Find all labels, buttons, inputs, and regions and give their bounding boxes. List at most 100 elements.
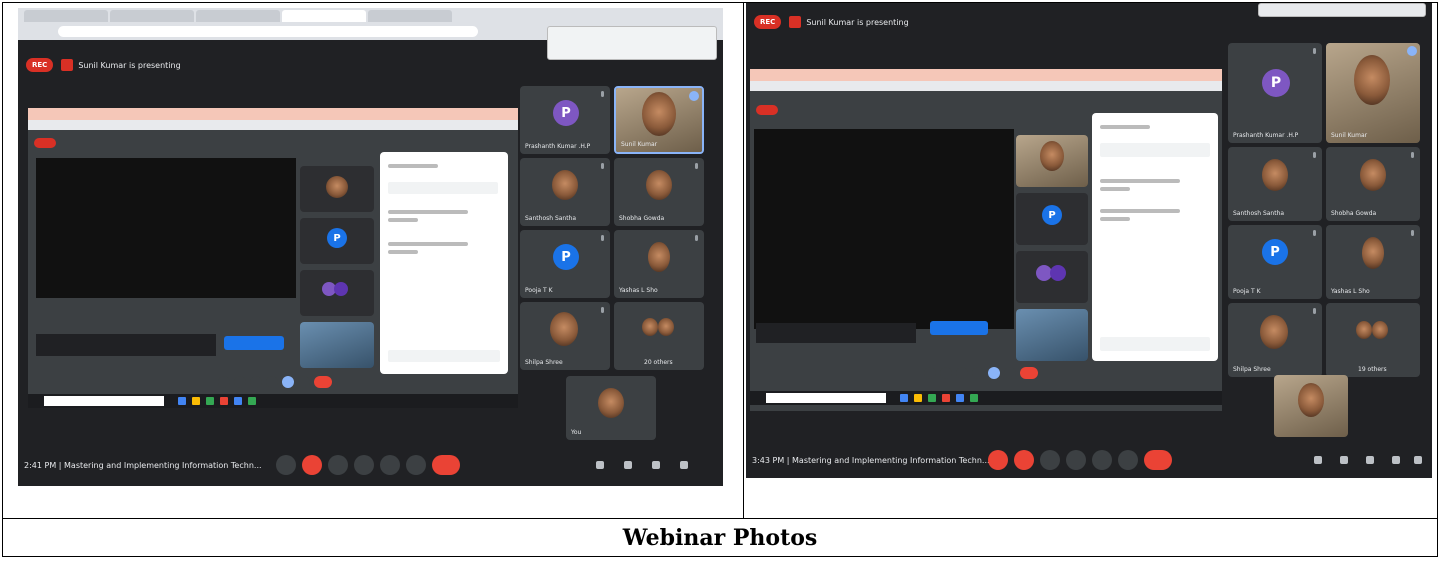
browser-tab[interactable] — [110, 10, 194, 22]
participant-tile[interactable]: P Pooja T K — [520, 230, 610, 298]
participant-face — [648, 242, 670, 272]
captions-button[interactable] — [1040, 450, 1060, 470]
presentation-icon — [789, 16, 802, 28]
muted-mic-icon — [1313, 48, 1316, 54]
participant-tile[interactable]: Shilpa Shree — [520, 302, 610, 370]
pin-icon[interactable] — [689, 91, 699, 101]
shared-ctrl — [298, 376, 310, 388]
captions-button[interactable] — [328, 455, 348, 475]
meeting-info: 2:41 PM | Mastering and Implementing Inf… — [24, 460, 262, 470]
browser-tab-active[interactable] — [282, 10, 366, 22]
settings-icon[interactable] — [1414, 456, 1422, 464]
participant-tile[interactable]: Shobha Gowda — [614, 158, 704, 226]
participant-face — [1262, 159, 1288, 191]
participant-name: Sunil Kumar — [1331, 132, 1368, 139]
participant-tile[interactable]: Santhosh Santha — [1228, 147, 1322, 221]
shared-tile — [300, 322, 374, 368]
self-tile[interactable]: You — [566, 376, 656, 440]
shared-ctrl — [940, 367, 952, 379]
participant-tile[interactable]: P Pooja T K — [1228, 225, 1322, 299]
participant-face — [1362, 237, 1384, 269]
shared-meet-view — [36, 158, 296, 298]
recording-bar: REC Sunil Kumar is presenting — [18, 54, 723, 76]
shared-screen: P — [750, 69, 1222, 411]
more-options-button[interactable] — [1118, 450, 1138, 470]
present-button[interactable] — [1092, 450, 1112, 470]
others-count: 20 others — [644, 359, 673, 366]
participant-face — [642, 318, 658, 336]
stop-presenting-button[interactable] — [930, 321, 988, 335]
raise-hand-button[interactable] — [354, 455, 374, 475]
browser-tab[interactable] — [24, 10, 108, 22]
participant-tile-active[interactable]: Sunil Kumar — [1326, 43, 1420, 143]
shared-notice — [756, 323, 916, 343]
participant-tile-others[interactable]: 20 others — [614, 302, 704, 370]
pin-icon[interactable] — [1407, 46, 1417, 56]
others-count: 19 others — [1358, 366, 1387, 373]
camera-off-button[interactable] — [302, 455, 322, 475]
browser-tab[interactable] — [368, 10, 452, 22]
participant-name: Prashanth Kumar .H.P — [525, 143, 591, 150]
people-icon[interactable] — [1340, 456, 1348, 464]
shared-ctrl — [956, 367, 968, 379]
participant-name: Yashas L Sho — [1331, 288, 1370, 295]
present-button[interactable] — [380, 455, 400, 475]
participant-tile-others[interactable]: 19 others — [1326, 303, 1420, 377]
shared-browser-tabs — [28, 108, 518, 120]
rec-badge: REC — [26, 58, 54, 72]
taskbar-search — [44, 396, 164, 406]
participant-tile[interactable]: P Prashanth Kumar .H.P — [1228, 43, 1322, 143]
participant-face — [1354, 55, 1390, 105]
participant-tile[interactable]: P Prashanth Kumar .H.P — [520, 86, 610, 154]
table-column-divider — [743, 3, 744, 518]
activities-icon[interactable] — [680, 461, 688, 469]
participant-face — [550, 312, 578, 346]
participant-face — [646, 170, 672, 200]
info-icon[interactable] — [596, 461, 604, 469]
participant-name: Shobha Gowda — [619, 215, 665, 222]
activities-icon[interactable] — [1392, 456, 1400, 464]
participant-face — [598, 388, 624, 418]
people-icon[interactable] — [624, 461, 632, 469]
muted-mic-icon — [1313, 308, 1316, 314]
participant-name: Shilpa Shree — [1233, 366, 1271, 373]
rec-badge: REC — [754, 15, 782, 29]
shared-ctrl — [972, 367, 984, 379]
shared-ctrl — [218, 376, 230, 388]
address-bar[interactable] — [58, 26, 478, 37]
mic-muted-button[interactable] — [988, 450, 1008, 470]
participant-face — [1298, 383, 1324, 417]
chat-icon[interactable] — [652, 461, 660, 469]
participant-face — [1260, 315, 1288, 349]
shared-tile: P — [300, 218, 374, 264]
more-options-button[interactable] — [406, 455, 426, 475]
presenter-indicator: Sunil Kumar is presenting — [789, 16, 909, 28]
participant-name: Shilpa Shree — [525, 359, 563, 366]
muted-mic-icon — [601, 235, 604, 241]
notification-popup — [1258, 3, 1426, 17]
participant-name: Prashanth Kumar .H.P — [1233, 132, 1299, 139]
muted-mic-icon — [695, 235, 698, 241]
participant-tile[interactable]: Yashas L Sho — [1326, 225, 1420, 299]
mic-button[interactable] — [276, 455, 296, 475]
shared-address-bar — [28, 120, 518, 130]
participant-name: Sunil Kumar — [621, 141, 658, 148]
camera-off-button[interactable] — [1014, 450, 1034, 470]
raise-hand-button[interactable] — [1066, 450, 1086, 470]
participant-tile[interactable]: Shobha Gowda — [1326, 147, 1420, 221]
browser-tab[interactable] — [196, 10, 280, 22]
end-call-button[interactable] — [1144, 450, 1172, 470]
participant-face — [642, 92, 676, 136]
muted-mic-icon — [695, 163, 698, 169]
participant-tile[interactable]: Shilpa Shree — [1228, 303, 1322, 377]
participant-tile-active[interactable]: Sunil Kumar — [614, 86, 704, 154]
self-tile[interactable] — [1274, 375, 1348, 437]
end-call-button[interactable] — [432, 455, 460, 475]
stop-presenting-button[interactable] — [224, 336, 284, 350]
participant-tile[interactable]: Yashas L Sho — [614, 230, 704, 298]
participant-tile[interactable]: Santhosh Santha — [520, 158, 610, 226]
meeting-info: 3:43 PM | Mastering and Implementing Inf… — [752, 455, 990, 465]
participant-face — [1360, 159, 1386, 191]
info-icon[interactable] — [1314, 456, 1322, 464]
chat-icon[interactable] — [1366, 456, 1374, 464]
